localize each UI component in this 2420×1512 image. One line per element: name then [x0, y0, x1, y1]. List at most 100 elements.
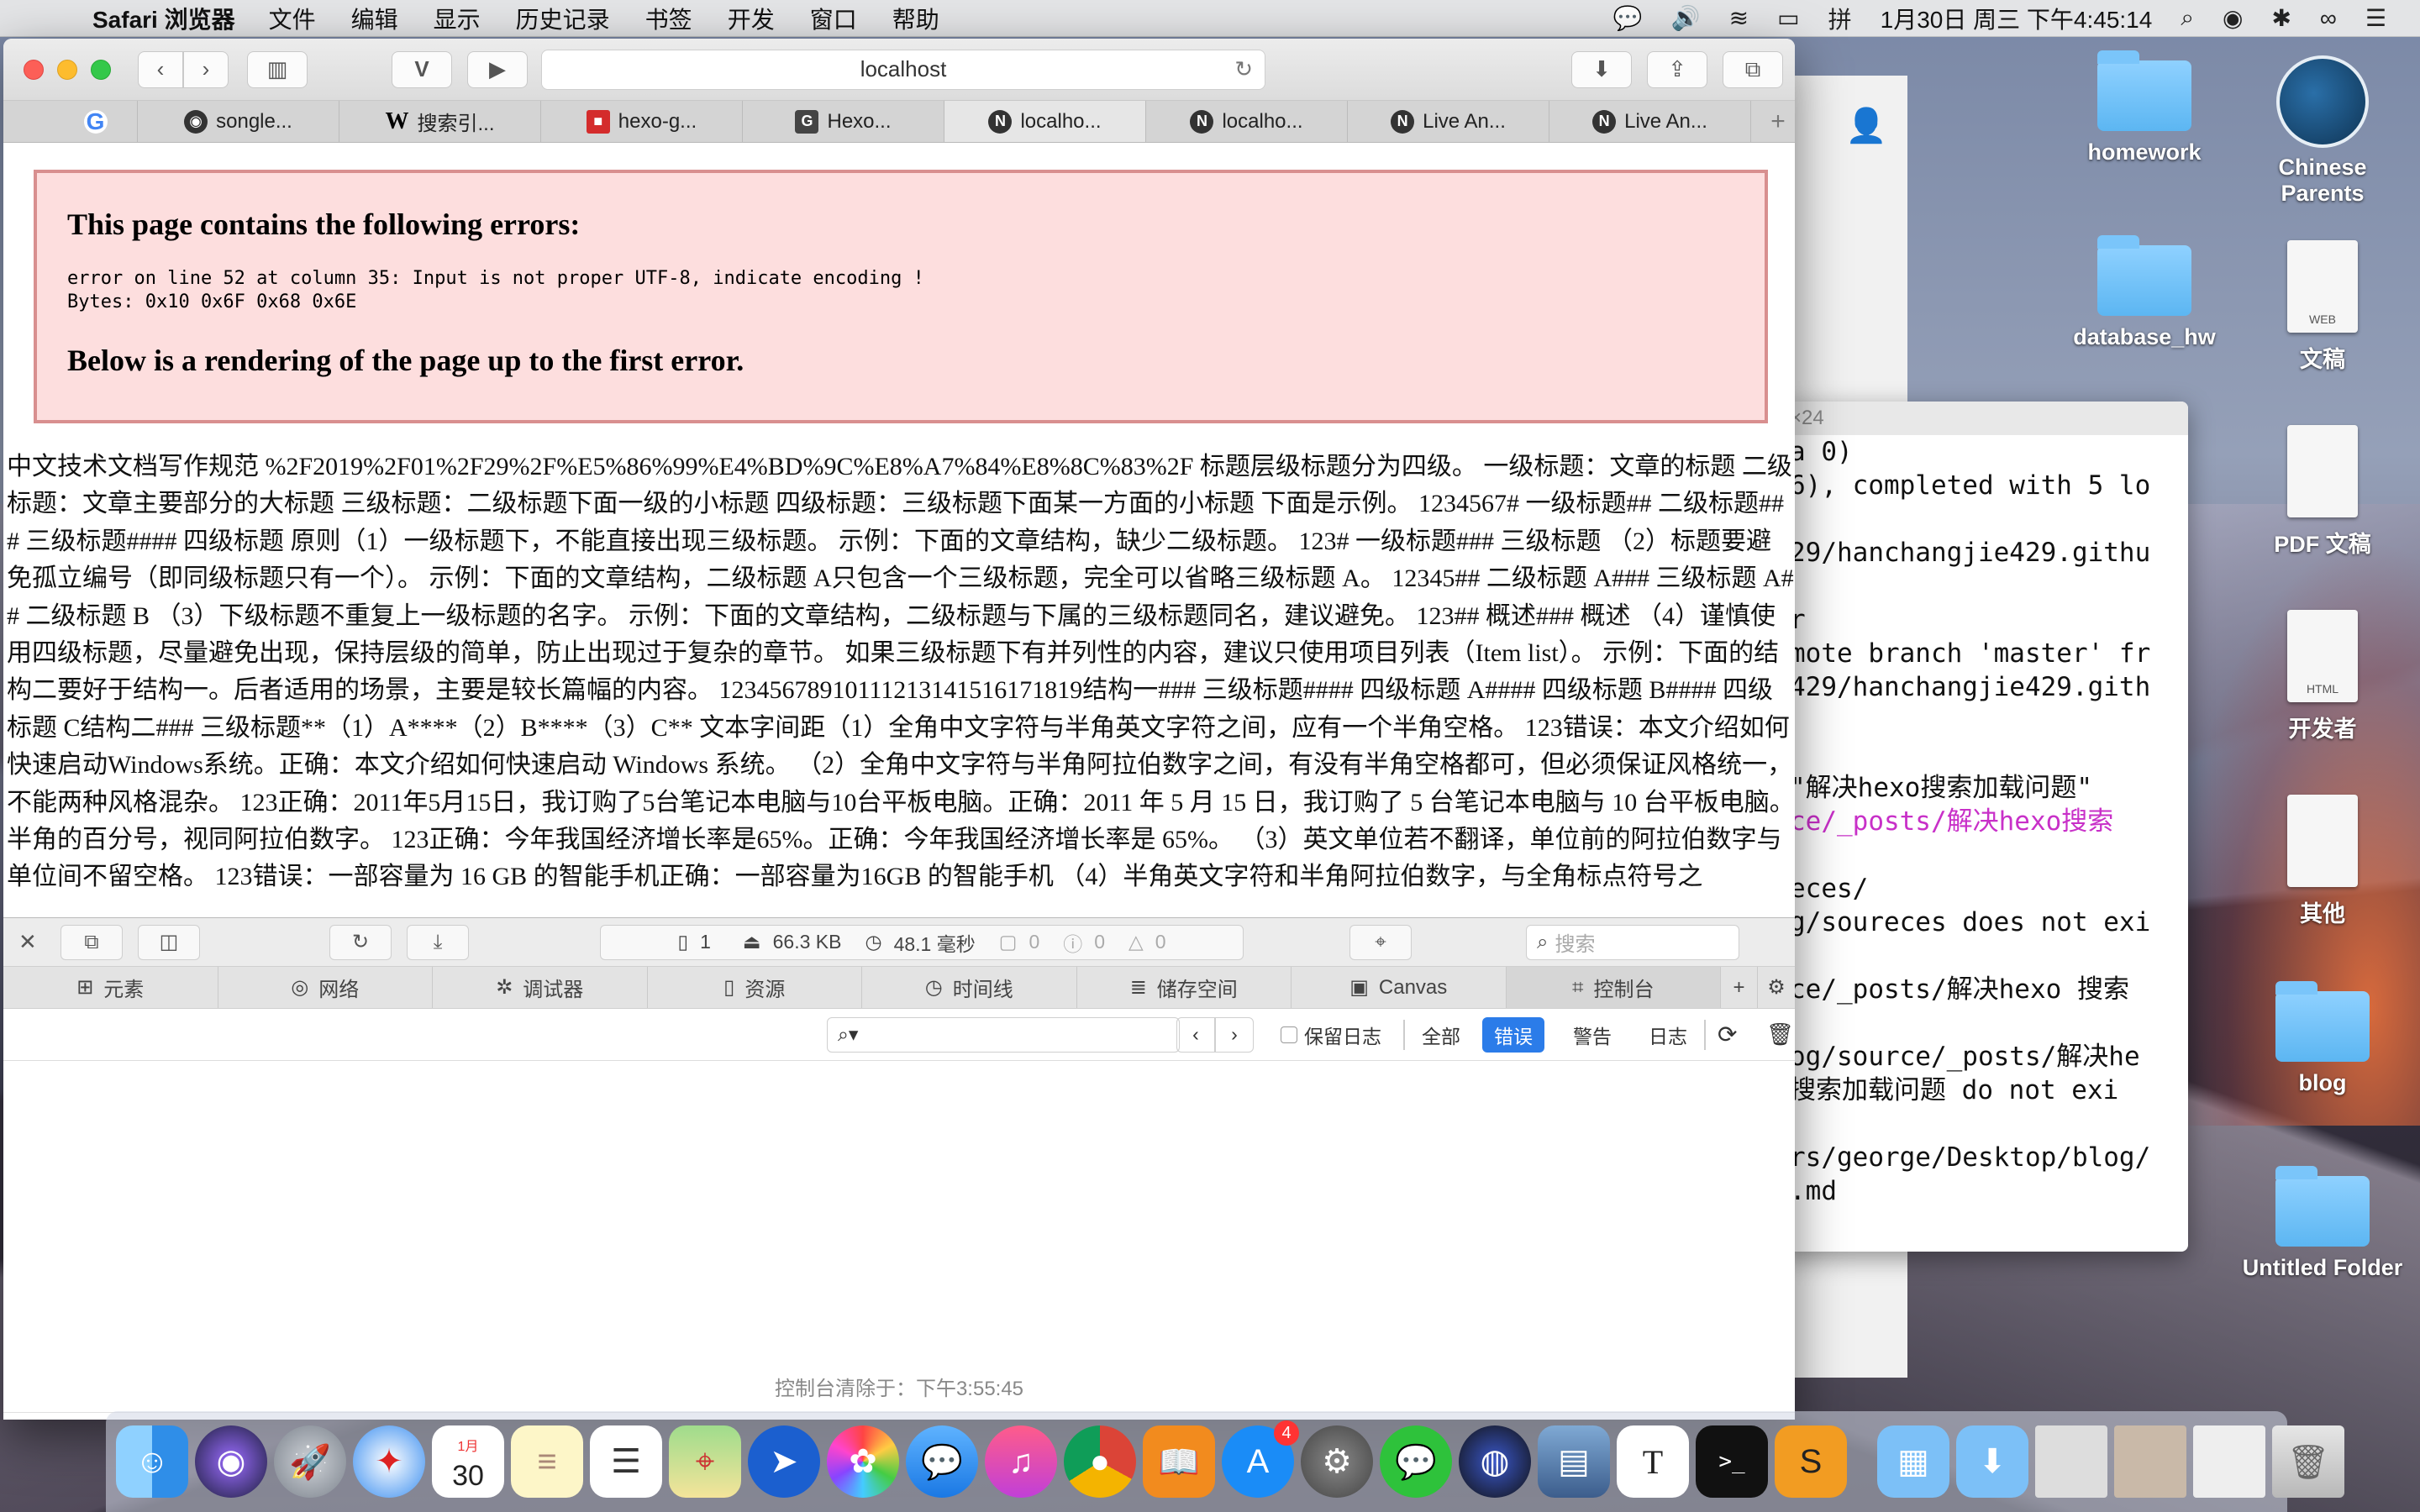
- undock-icon[interactable]: ⧉: [60, 924, 123, 960]
- back-button[interactable]: ‹: [138, 50, 183, 88]
- desktop-folder-untitled[interactable]: Untitled Folder: [2238, 1166, 2407, 1281]
- prev-match-icon[interactable]: ‹: [1176, 1016, 1215, 1053]
- calendar-icon[interactable]: 1月 30: [432, 1425, 504, 1498]
- desktop-folder-homework[interactable]: homework: [2060, 50, 2228, 165]
- menu-help[interactable]: 帮助: [892, 2, 939, 35]
- bluetooth-icon[interactable]: ✱: [2271, 4, 2291, 32]
- menu-edit[interactable]: 编辑: [351, 2, 398, 35]
- minimize-window-button[interactable]: [57, 59, 77, 80]
- input-method-icon[interactable]: 拼: [1828, 2, 1852, 35]
- sublime-icon[interactable]: S: [1775, 1425, 1847, 1498]
- filter-all[interactable]: 全部: [1422, 1021, 1460, 1049]
- address-bar[interactable]: localhost ↻: [541, 49, 1265, 90]
- clear-console-icon[interactable]: 🗑: [1766, 1021, 1794, 1047]
- terminal-window[interactable]: ×24 a 0) 6), completed with 5 lo 29/hanc…: [1781, 402, 2188, 1252]
- safari-icon[interactable]: ✦: [353, 1425, 425, 1498]
- close-inspector-icon[interactable]: ✕: [18, 929, 37, 955]
- tab-canvas[interactable]: ▣ Canvas: [1292, 967, 1507, 1008]
- console-filter-input[interactable]: ⌕▾: [827, 1016, 1180, 1053]
- applications-folder-icon[interactable]: ▦: [1877, 1425, 1949, 1498]
- tab-debugger[interactable]: ✲ 调试器: [433, 967, 648, 1008]
- vimium-extension-icon[interactable]: V: [392, 50, 452, 88]
- typora-icon[interactable]: T: [1617, 1425, 1689, 1498]
- notes-icon[interactable]: ≡: [511, 1425, 583, 1498]
- user-icon[interactable]: 👤: [1845, 106, 1887, 145]
- new-tab-button[interactable]: +: [1761, 101, 1795, 142]
- filter-errors[interactable]: 错误: [1482, 1016, 1544, 1053]
- maps-icon[interactable]: ⌖: [669, 1425, 741, 1498]
- download-archive-icon[interactable]: ⤓: [407, 924, 469, 960]
- sidebar-toggle-button[interactable]: ▥: [247, 50, 308, 88]
- tab-live-an-2[interactable]: N Live An...: [1549, 101, 1751, 142]
- menu-file[interactable]: 文件: [269, 2, 316, 35]
- volume-icon[interactable]: 🔊: [1671, 4, 1701, 32]
- recent-photo[interactable]: [2114, 1425, 2186, 1498]
- tab-elements[interactable]: ⊞ 元素: [3, 967, 218, 1008]
- settings-icon[interactable]: ⚙: [1758, 967, 1795, 1008]
- app-store-icon[interactable]: A 4: [1222, 1420, 1299, 1498]
- audio-app-icon[interactable]: ◍: [1459, 1425, 1531, 1498]
- forward-button[interactable]: ›: [183, 50, 229, 88]
- tab-storage[interactable]: ≣ 储存空间: [1077, 967, 1292, 1008]
- tab-live-an-1[interactable]: N Live An...: [1348, 101, 1549, 142]
- clock[interactable]: 1月30日 周三 下午4:45:14: [1881, 2, 2153, 35]
- tab-console[interactable]: ⌗ 控制台: [1506, 967, 1721, 1008]
- add-tab-icon[interactable]: +: [1721, 967, 1758, 1008]
- recent-document-2[interactable]: [2193, 1425, 2265, 1498]
- desktop-app-chinese-parents[interactable]: Chinese Parents: [2238, 55, 2407, 207]
- testflight-icon[interactable]: ➤: [748, 1425, 820, 1498]
- tab-hexo[interactable]: G Hexo...: [743, 101, 944, 142]
- chrome-icon[interactable]: ●: [1064, 1425, 1136, 1498]
- element-picker-icon[interactable]: ⌖: [1349, 924, 1412, 960]
- menu-bookmarks[interactable]: 书签: [645, 2, 692, 35]
- tab-localhost-active[interactable]: Nlocalho...: [944, 101, 1146, 142]
- preserve-log-checkbox[interactable]: 保留日志: [1281, 1021, 1381, 1049]
- glasses-icon[interactable]: ∞: [2320, 5, 2337, 32]
- desktop-folder-blog[interactable]: blog: [2238, 981, 2407, 1096]
- tab-search-engine[interactable]: W 搜索引...: [339, 101, 541, 142]
- next-match-icon[interactable]: ›: [1215, 1016, 1254, 1053]
- inspector-search[interactable]: ⌕ 搜索: [1526, 924, 1739, 960]
- recent-document-1[interactable]: [2035, 1425, 2107, 1498]
- tab-localhost[interactable]: Nlocalho...: [1146, 101, 1348, 142]
- close-window-button[interactable]: [24, 59, 44, 80]
- notification-center-icon[interactable]: ☰: [2365, 4, 2386, 32]
- system-preferences-icon[interactable]: ⚙: [1301, 1425, 1373, 1498]
- music-icon[interactable]: ♫: [985, 1425, 1057, 1498]
- zoom-window-button[interactable]: [91, 59, 111, 80]
- battery-icon[interactable]: ▭: [1777, 4, 1799, 32]
- dock-side-icon[interactable]: ◫: [138, 924, 200, 960]
- desktop-doc-wengao[interactable]: WEB 文稿: [2238, 240, 2407, 374]
- tab-google[interactable]: G: [54, 101, 138, 142]
- spotlight-icon[interactable]: ⌕: [2181, 4, 2194, 32]
- tab-songle[interactable]: ◉ songle...: [138, 101, 339, 142]
- terminal-icon[interactable]: >_: [1696, 1425, 1768, 1498]
- messages-icon[interactable]: 💬: [906, 1425, 978, 1498]
- menu-window[interactable]: 窗口: [810, 2, 857, 35]
- books-icon[interactable]: 📖: [1143, 1425, 1215, 1498]
- desktop-doc-other[interactable]: 其他: [2238, 795, 2407, 928]
- menu-develop[interactable]: 开发: [728, 2, 775, 35]
- siri-icon[interactable]: ◉: [2223, 4, 2243, 32]
- desktop-doc-pdf[interactable]: PDF 文稿: [2238, 425, 2407, 559]
- finder-icon[interactable]: ☺: [116, 1425, 188, 1498]
- tab-resources[interactable]: ▯ 资源: [648, 967, 862, 1008]
- reload-icon[interactable]: ↻: [1234, 56, 1253, 82]
- tab-network[interactable]: ◎ 网络: [218, 967, 433, 1008]
- menu-view[interactable]: 显示: [434, 2, 481, 35]
- siri-icon[interactable]: ◉: [195, 1425, 267, 1498]
- photos-icon[interactable]: ✿: [827, 1425, 899, 1498]
- trash-icon[interactable]: 🗑: [2272, 1425, 2344, 1498]
- filter-warnings[interactable]: 警告: [1573, 1021, 1612, 1049]
- tab-timelines[interactable]: ◷ 时间线: [862, 967, 1077, 1008]
- share-button[interactable]: ⇪: [1647, 50, 1707, 88]
- wechat-status-icon[interactable]: 💬: [1613, 4, 1643, 32]
- menu-history[interactable]: 历史记录: [516, 2, 610, 35]
- desktop-doc-developer[interactable]: HTML 开发者: [2238, 610, 2407, 743]
- tab-pinned-blank[interactable]: [3, 101, 54, 142]
- launchpad-icon[interactable]: 🚀: [274, 1425, 346, 1498]
- desktop-folder-database-hw[interactable]: database_hw: [2060, 235, 2228, 350]
- tab-hexo-g[interactable]: ■ hexo-g...: [541, 101, 743, 142]
- refresh-console-icon[interactable]: ⟳: [1718, 1021, 1737, 1048]
- reminders-icon[interactable]: ☰: [590, 1425, 662, 1498]
